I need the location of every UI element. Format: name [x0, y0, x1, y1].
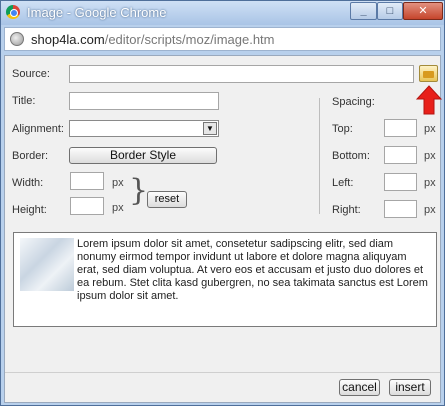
- red-arrow-icon: [416, 85, 442, 115]
- right-label: Right:: [332, 204, 361, 216]
- footer-divider: [5, 372, 440, 373]
- title-bar: Image - Google Chrome _ □ ✕: [1, 1, 444, 25]
- source-input[interactable]: [69, 65, 414, 83]
- spacing-right-input[interactable]: [384, 200, 417, 218]
- height-input[interactable]: [70, 197, 104, 215]
- preview-image: [20, 238, 74, 291]
- address-bar[interactable]: shop4la.com/editor/scripts/moz/image.htm: [4, 27, 441, 51]
- top-unit: px: [424, 123, 436, 135]
- right-unit: px: [424, 204, 436, 216]
- source-label: Source:: [12, 68, 50, 80]
- preview-text: Lorem ipsum dolor sit amet, consetetur s…: [77, 238, 428, 302]
- maximize-button[interactable]: □: [377, 2, 403, 20]
- browser-window: Image - Google Chrome _ □ ✕ shop4la.com/…: [0, 0, 445, 406]
- url-text: shop4la.com/editor/scripts/moz/image.htm: [31, 32, 275, 47]
- bottom-label: Bottom:: [332, 150, 370, 162]
- alignment-label: Alignment:: [12, 123, 64, 135]
- height-label: Height:: [12, 204, 47, 216]
- chrome-logo-icon: [6, 5, 20, 19]
- globe-icon: [10, 32, 24, 46]
- cancel-button[interactable]: cancel: [339, 379, 380, 396]
- left-label: Left:: [332, 177, 354, 189]
- window-title: Image - Google Chrome: [27, 5, 167, 20]
- insert-button[interactable]: insert: [389, 379, 431, 396]
- chevron-down-icon[interactable]: ▼: [203, 122, 217, 135]
- reset-button[interactable]: reset: [147, 191, 187, 208]
- width-unit: px: [112, 177, 124, 189]
- minimize-button[interactable]: _: [350, 2, 377, 20]
- spacing-label: Spacing:: [332, 96, 375, 108]
- border-label: Border:: [12, 150, 49, 162]
- left-unit: px: [424, 177, 436, 189]
- title-input[interactable]: [69, 92, 219, 110]
- dimension-brace: }: [129, 173, 149, 208]
- alignment-select[interactable]: ▼: [69, 120, 219, 137]
- border-style-button[interactable]: Border Style: [69, 147, 217, 164]
- url-path: /editor/scripts/moz/image.htm: [104, 32, 275, 47]
- width-input[interactable]: [70, 172, 104, 190]
- image-dialog: Source: Title: Alignment: ▼ Border: Bord…: [4, 55, 442, 403]
- bottom-unit: px: [424, 150, 436, 162]
- spacing-top-input[interactable]: [384, 119, 417, 137]
- column-divider: [319, 98, 320, 214]
- close-button[interactable]: ✕: [403, 2, 443, 20]
- height-unit: px: [112, 202, 124, 214]
- top-label: Top:: [332, 123, 353, 135]
- folder-icon[interactable]: [419, 65, 438, 82]
- image-preview-pane: Lorem ipsum dolor sit amet, consetetur s…: [13, 232, 437, 327]
- spacing-left-input[interactable]: [384, 173, 417, 191]
- width-label: Width:: [12, 177, 44, 189]
- spacing-bottom-input[interactable]: [384, 146, 417, 164]
- url-host: shop4la.com: [31, 32, 105, 47]
- title-label: Title:: [12, 95, 36, 107]
